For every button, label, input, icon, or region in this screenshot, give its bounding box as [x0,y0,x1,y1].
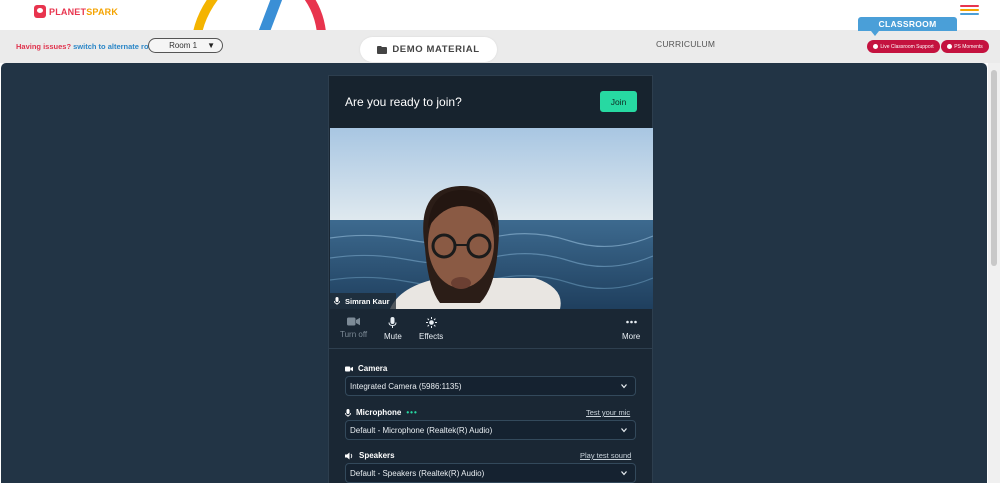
camera-select[interactable]: Integrated Camera (5986:1135) [345,376,636,396]
play-test-sound-link[interactable]: Play test sound [580,451,631,460]
more-dots-icon [625,320,637,324]
microphone-label-text: Microphone [356,408,402,417]
chevron-down-icon [621,428,627,433]
classroom-toolbar: Having issues? switch to alternate room … [0,17,1000,63]
speakers-section-label: Speakers [345,451,395,460]
folder-icon [377,45,388,54]
camera-label-text: Camera [358,364,388,373]
more-options-button[interactable]: More [622,317,640,341]
curriculum-tab[interactable]: CURRICULUM [656,39,715,49]
camera-select-value: Integrated Camera (5986:1135) [350,381,462,391]
participant-name-tag: Simran Kaur [330,293,396,309]
speakers-select-value: Default - Speakers (Realtek(R) Audio) [350,468,485,478]
hamburger-menu-icon[interactable] [960,5,979,16]
top-bar: PLANETSPARK [0,0,1000,90]
scrollbar-thumb[interactable] [991,70,997,266]
participant-name: Simran Kaur [345,296,390,306]
microphone-icon [345,408,351,417]
video-camera-icon [345,366,353,371]
sparkle-icon [425,317,437,328]
effects-label: Effects [419,332,444,341]
test-mic-link[interactable]: Test your mic [586,408,630,417]
demo-material-button[interactable]: DEMO MATERIAL [360,37,497,62]
camera-preview-image [330,128,653,309]
speakers-label-text: Speakers [359,451,395,460]
effects-button[interactable]: Effects [419,317,443,341]
live-support-button[interactable]: Live Classroom Support [867,40,940,53]
video-preview: Simran Kaur [330,128,653,309]
plus-circle-icon [947,44,953,49]
microphone-select-value: Default - Microphone (Realtek(R) Audio) [350,425,493,435]
microphone-select[interactable]: Default - Microphone (Realtek(R) Audio) [345,420,636,440]
issues-notice: Having issues? switch to alternate room [16,42,160,51]
live-support-label: Live Classroom Support [880,43,934,50]
video-camera-icon [347,317,361,326]
ps-moments-button[interactable]: PS Moments [941,40,989,53]
microphone-icon [388,317,397,328]
caret-down-icon: ▼ [207,41,215,50]
demo-material-label: DEMO MATERIAL [392,44,480,55]
ps-moments-label: PS Moments [954,43,983,50]
issues-text: Having issues? [16,42,72,51]
logo-text: PLANETSPARK [49,6,119,17]
speaker-icon [345,452,353,459]
join-button[interactable]: Join [600,91,637,112]
alternate-room-link[interactable]: switch to alternate room [73,42,160,51]
speakers-select[interactable]: Default - Speakers (Realtek(R) Audio) [345,463,636,483]
microphone-icon [334,297,340,305]
microphone-section-label: Microphone ••• [345,408,418,417]
plus-circle-icon [873,44,879,49]
prejoin-card: Are you ready to join? Join Simran Kaur … [328,75,653,483]
prejoin-title: Are you ready to join? [345,95,462,109]
more-label: More [622,332,641,341]
prejoin-header: Are you ready to join? Join [329,76,652,128]
classroom-tab[interactable]: CLASSROOM [858,17,957,36]
classroom-page: PLANETSPARK Having issues? switch to alt… [0,0,1000,483]
chevron-down-icon [621,471,627,476]
camera-toggle-label: Turn off [340,330,368,339]
preview-controls: Turn off Mute Effects More [329,309,652,349]
mic-level-indicator: ••• [406,408,418,417]
mute-button[interactable]: Mute [384,317,402,341]
room-select-value: Room 1 [169,41,198,50]
camera-toggle-button[interactable]: Turn off [340,317,367,339]
camera-section-label: Camera [345,364,387,373]
chevron-down-icon [621,384,627,389]
planetspark-logo[interactable]: PLANETSPARK [34,5,118,18]
room-select[interactable]: Room 1 ▼ [148,38,223,53]
logo-mascot-icon [34,5,46,18]
mute-label: Mute [384,332,402,341]
